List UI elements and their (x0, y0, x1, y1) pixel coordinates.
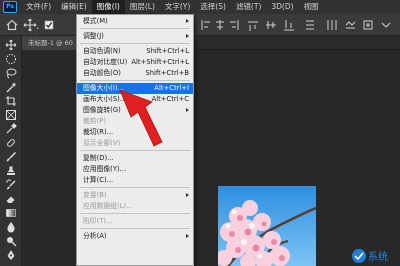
menu-item-label: 裁剪(P) (83, 117, 106, 125)
submenu-arrow-icon (186, 19, 189, 23)
menu-separator (80, 28, 190, 29)
menu-separator (80, 187, 190, 188)
healing-brush-icon[interactable] (4, 137, 18, 149)
menu-bar: Ps 文件(F) 编辑(E) 图像(I) 图层(L) 文字(Y) 选择(S) 滤… (0, 0, 400, 14)
menu-item-label: 调整(J) (83, 32, 104, 40)
image-menu-item[interactable]: 分析(A) (77, 231, 193, 242)
menu-item-label: 自动对比度(U) (83, 58, 128, 66)
menu-item-label: 复制(D)... (83, 154, 114, 162)
menu-item-label: 显示全部(V) (83, 139, 121, 147)
options-bar (0, 14, 400, 36)
frame-tool-icon[interactable] (4, 109, 18, 121)
watermark-text: 系统 (368, 250, 388, 263)
blur-tool-icon[interactable] (4, 221, 18, 233)
brush-tool-icon[interactable] (4, 151, 18, 163)
menu-edit[interactable]: 编辑(E) (56, 0, 92, 14)
menu-item-label: 自动色调(N) (83, 47, 121, 55)
home-icon[interactable] (4, 17, 20, 33)
menu-item-label: 模式(M) (83, 17, 108, 25)
submenu-arrow-icon (186, 234, 189, 238)
image-menu-item[interactable]: 模式(M) (77, 16, 193, 27)
dodge-tool-icon[interactable] (4, 235, 18, 247)
stamp-tool-icon[interactable] (4, 165, 18, 177)
image-menu-item[interactable]: 自动色调(N) Shift+Ctrl+L (77, 46, 193, 57)
menu-item-label: 裁切(R)... (83, 128, 114, 136)
move-tool-icon[interactable] (22, 17, 40, 33)
crop-tool-icon[interactable] (4, 95, 18, 107)
menu-filter[interactable]: 滤镜(T) (231, 0, 266, 14)
submenu-arrow-icon (186, 108, 189, 112)
submenu-arrow-icon (186, 193, 189, 197)
image-menu-item[interactable]: 自动对比度(U) Alt+Shift+Ctrl+L (77, 57, 193, 68)
menu-item-shortcut: Shift+Ctrl+L (146, 47, 189, 55)
submenu-arrow-icon (186, 34, 189, 38)
menu-item-label: 变量(B) (83, 191, 107, 199)
tools-panel (0, 36, 22, 266)
menu-3d[interactable]: 3D(D) (266, 0, 298, 14)
history-brush-icon[interactable] (4, 179, 18, 191)
menu-item-label: 图像旋转(G) (83, 106, 121, 114)
image-menu-item[interactable]: 调整(J) (77, 31, 193, 42)
menu-item-label: 应用图像(Y)... (83, 165, 127, 173)
menu-item-shortcut: Shift+Ctrl+B (145, 69, 189, 77)
cherry-blossom-photo (218, 186, 316, 266)
pen-tool-icon[interactable] (4, 249, 18, 261)
menu-separator (80, 228, 190, 229)
red-pointer-arrow (119, 89, 163, 147)
document-tab[interactable]: 未标题-1 @ 60 (22, 36, 79, 50)
menu-item-label: 分析(A) (83, 232, 107, 240)
auto-select-checkbox[interactable] (44, 17, 54, 33)
menu-image[interactable]: 图像(I) (91, 0, 125, 14)
menu-separator (80, 213, 190, 214)
marquee-tool-icon[interactable] (4, 53, 18, 65)
lasso-tool-icon[interactable] (4, 67, 18, 79)
image-menu-item: 陷印(T)... (77, 216, 193, 227)
menu-layer[interactable]: 图层(L) (125, 0, 160, 14)
image-menu-item[interactable]: 复制(D)... (77, 153, 193, 164)
menu-separator (80, 43, 190, 44)
eraser-tool-icon[interactable] (4, 193, 18, 205)
image-menu-item[interactable]: 应用图像(Y)... (77, 164, 193, 175)
menu-item-shortcut: Alt+Shift+Ctrl+L (131, 58, 189, 66)
magic-wand-icon[interactable] (4, 81, 18, 93)
menu-item-label: 陷印(T)... (83, 217, 113, 225)
menu-item-label: 自动颜色(O) (83, 69, 121, 77)
image-menu-item: 变量(B) (77, 190, 193, 201)
menu-separator (80, 150, 190, 151)
eyedropper-tool-icon[interactable] (4, 123, 18, 135)
move-tool-icon[interactable] (4, 39, 18, 51)
photoshop-logo[interactable]: Ps (3, 1, 17, 13)
menu-item-label: 计算(C)... (83, 176, 114, 184)
image-menu-item[interactable]: 计算(C)... (77, 175, 193, 186)
image-menu-item: 应用数据组(L)... (77, 201, 193, 212)
gradient-tool-icon[interactable] (4, 207, 18, 219)
menu-file[interactable]: 文件(F) (21, 0, 56, 14)
menu-text[interactable]: 文字(Y) (160, 0, 195, 14)
menu-select[interactable]: 选择(S) (195, 0, 231, 14)
image-menu-item[interactable]: 自动颜色(O) Shift+Ctrl+B (77, 68, 193, 79)
watermark-logo: 系统 (350, 244, 400, 266)
menu-separator (80, 80, 190, 81)
menu-view[interactable]: 视图 (299, 0, 324, 14)
align-buttons[interactable] (196, 17, 396, 33)
menu-item-label: 应用数据组(L)... (83, 202, 133, 210)
